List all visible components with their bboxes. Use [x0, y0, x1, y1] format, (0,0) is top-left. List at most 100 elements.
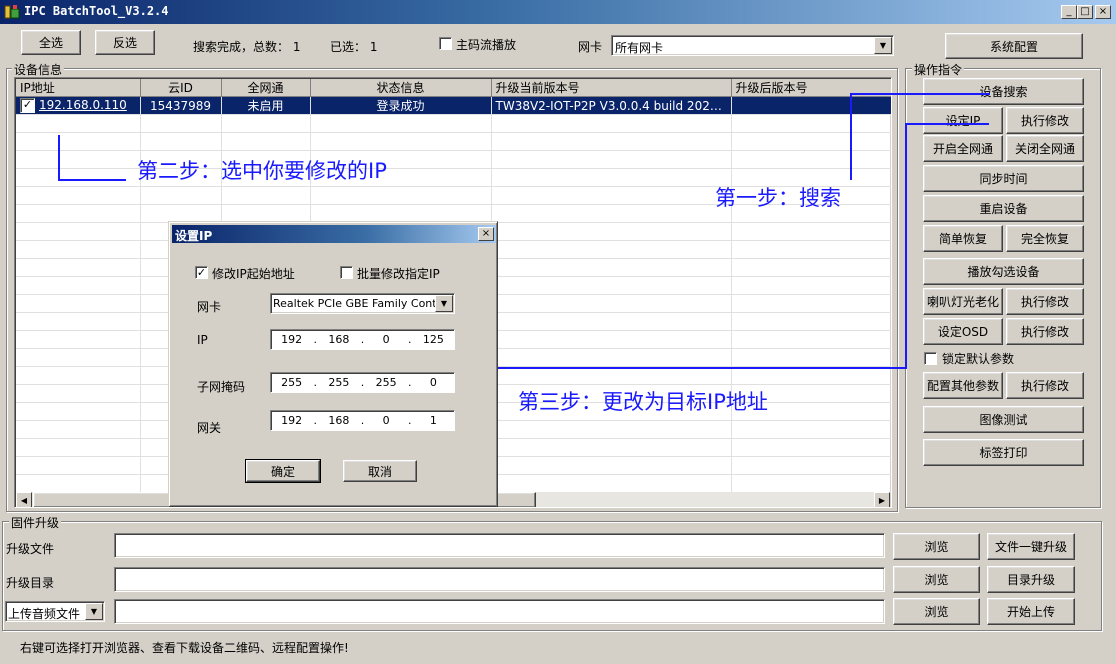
gateway-octet[interactable]: 1 — [413, 414, 454, 427]
modify-start-ip-label: 修改IP起始地址 — [212, 267, 295, 281]
device-search-button[interactable]: 设备搜索 — [923, 78, 1084, 105]
table-header-row: IP地址 云ID 全网通 状态信息 升级当前版本号 升级后版本号 — [16, 79, 891, 97]
upgrade-file-input[interactable] — [114, 533, 885, 558]
close-button[interactable]: × — [1095, 5, 1111, 19]
gateway-octet[interactable]: 168 — [318, 414, 359, 427]
sync-time-button[interactable]: 同步时间 — [923, 165, 1084, 192]
main-stream-checkbox[interactable] — [439, 37, 452, 50]
dialog-nic-select[interactable]: Realtek PCIe GBE Family Controlle ▼ — [270, 293, 455, 314]
enable-all-network-button[interactable]: 开启全网通 — [923, 135, 1003, 162]
modify-start-ip-checkbox[interactable]: ✓ — [195, 266, 208, 279]
simple-restore-button[interactable]: 简单恢复 — [923, 225, 1003, 252]
annotation-step2: 第二步：选中你要修改的IP — [137, 159, 387, 183]
dialog-close-button[interactable]: × — [478, 227, 494, 241]
dialog-title: 设置IP — [175, 229, 213, 243]
execute-modify-button-2[interactable]: 执行修改 — [1006, 288, 1084, 315]
ip-octet[interactable]: 125 — [413, 333, 454, 346]
scroll-left-icon[interactable]: ◀ — [16, 492, 32, 507]
annotation-line — [905, 123, 907, 369]
annotation-line — [497, 367, 907, 369]
col-cloud-id[interactable]: 云ID — [140, 79, 222, 97]
table-row — [16, 114, 891, 133]
upload-type-select[interactable]: 上传音频文件 ▼ — [5, 601, 105, 622]
execute-modify-button-4[interactable]: 执行修改 — [1006, 372, 1084, 399]
execute-modify-button[interactable]: 执行修改 — [1006, 107, 1084, 134]
window-title: IPC BatchTool_V3.2.4 — [24, 4, 169, 18]
image-test-button[interactable]: 图像测试 — [923, 406, 1084, 433]
dir-upgrade-button[interactable]: 目录升级 — [987, 566, 1075, 593]
gateway-octet[interactable]: 0 — [366, 414, 407, 427]
subnet-octet[interactable]: 255 — [318, 376, 359, 389]
dialog-gateway-label: 网关 — [197, 421, 222, 435]
row-new-version — [731, 96, 891, 115]
dialog-nic-label: 网卡 — [197, 300, 222, 314]
nic-select[interactable]: 所有网卡 ▼ — [611, 35, 894, 56]
cancel-button[interactable]: 取消 — [343, 460, 417, 482]
dialog-subnet-label: 子网掩码 — [197, 380, 246, 394]
set-ip-button[interactable]: 设定IP — [923, 107, 1003, 134]
play-selected-button[interactable]: 播放勾选设备 — [923, 258, 1084, 285]
row-all-network: 未启用 — [221, 96, 311, 115]
table-row[interactable]: ✓ 192.168.0.110 15437989 未启用 登录成功 TW38V2-… — [16, 96, 891, 115]
label-print-button[interactable]: 标签打印 — [923, 439, 1084, 466]
ip-octet[interactable]: 0 — [366, 333, 407, 346]
row-checkbox[interactable]: ✓ — [20, 98, 35, 113]
ok-button[interactable]: 确定 — [245, 459, 321, 483]
ip-octet[interactable]: 192 — [271, 333, 312, 346]
reboot-button[interactable]: 重启设备 — [923, 195, 1084, 222]
browse-dir-button[interactable]: 浏览 — [893, 566, 980, 593]
start-upload-button[interactable]: 开始上传 — [987, 598, 1075, 625]
ip-address-input[interactable]: 192. 168. 0. 125 — [270, 329, 455, 350]
browse-file-button[interactable]: 浏览 — [893, 533, 980, 560]
invert-select-button[interactable]: 反选 — [95, 30, 155, 55]
subnet-octet[interactable]: 255 — [366, 376, 407, 389]
upgrade-dir-input[interactable] — [114, 567, 885, 592]
execute-modify-button-3[interactable]: 执行修改 — [1006, 318, 1084, 345]
upgrade-dir-label: 升级目录 — [6, 576, 55, 590]
maximize-button[interactable]: □ — [1077, 5, 1093, 19]
set-osd-button[interactable]: 设定OSD — [923, 318, 1003, 345]
minimize-button[interactable]: _ — [1061, 5, 1077, 19]
subnet-octet[interactable]: 0 — [413, 376, 454, 389]
chevron-down-icon[interactable]: ▼ — [435, 295, 453, 312]
annotation-step1: 第一步：搜索 — [715, 186, 841, 210]
subnet-mask-input[interactable]: 255. 255. 255. 0 — [270, 372, 455, 393]
config-other-params-button[interactable]: 配置其他参数 — [923, 372, 1003, 399]
selected-count: 已选： 1 — [330, 40, 378, 54]
annotation-step3: 第三步：更改为目标IP地址 — [518, 390, 768, 414]
system-config-button[interactable]: 系统配置 — [945, 33, 1083, 59]
upgrade-file-label: 升级文件 — [6, 542, 55, 556]
search-status: 搜索完成，总数： 1 — [193, 40, 301, 54]
row-ip: 192.168.0.110 — [39, 98, 127, 112]
disable-all-network-button[interactable]: 关闭全网通 — [1006, 135, 1084, 162]
gateway-input[interactable]: 192. 168. 0. 1 — [270, 410, 455, 431]
one-click-upgrade-button[interactable]: 文件一键升级 — [987, 533, 1075, 560]
ip-cell[interactable]: ✓ 192.168.0.110 — [16, 96, 141, 115]
upload-type-value: 上传音频文件 — [8, 607, 81, 621]
col-current-version[interactable]: 升级当前版本号 — [491, 79, 732, 97]
annotation-line — [905, 123, 989, 125]
col-status[interactable]: 状态信息 — [310, 79, 492, 97]
upload-file-input[interactable] — [114, 599, 885, 624]
browse-upload-button[interactable]: 浏览 — [893, 598, 980, 625]
col-all-network[interactable]: 全网通 — [221, 79, 311, 97]
gateway-octet[interactable]: 192 — [271, 414, 312, 427]
chevron-down-icon[interactable]: ▼ — [85, 603, 103, 620]
ip-octet[interactable]: 168 — [318, 333, 359, 346]
title-bar: IPC BatchTool_V3.2.4 _ □ × — [0, 0, 1116, 24]
select-all-button[interactable]: 全选 — [21, 30, 81, 55]
app-icon — [4, 4, 20, 20]
col-ip[interactable]: IP地址 — [16, 79, 141, 97]
chevron-down-icon[interactable]: ▼ — [874, 37, 892, 54]
annotation-line — [850, 93, 852, 180]
speaker-light-aging-button[interactable]: 喇叭灯光老化 — [923, 288, 1003, 315]
subnet-octet[interactable]: 255 — [271, 376, 312, 389]
nic-label: 网卡 — [578, 40, 603, 54]
table-row — [16, 132, 891, 151]
full-restore-button[interactable]: 完全恢复 — [1006, 225, 1084, 252]
lock-default-checkbox[interactable] — [924, 352, 937, 365]
scroll-right-icon[interactable]: ▶ — [874, 492, 890, 507]
lock-default-label: 锁定默认参数 — [942, 352, 1015, 366]
device-info-title: 设备信息 — [12, 61, 65, 78]
batch-modify-checkbox[interactable] — [340, 266, 353, 279]
